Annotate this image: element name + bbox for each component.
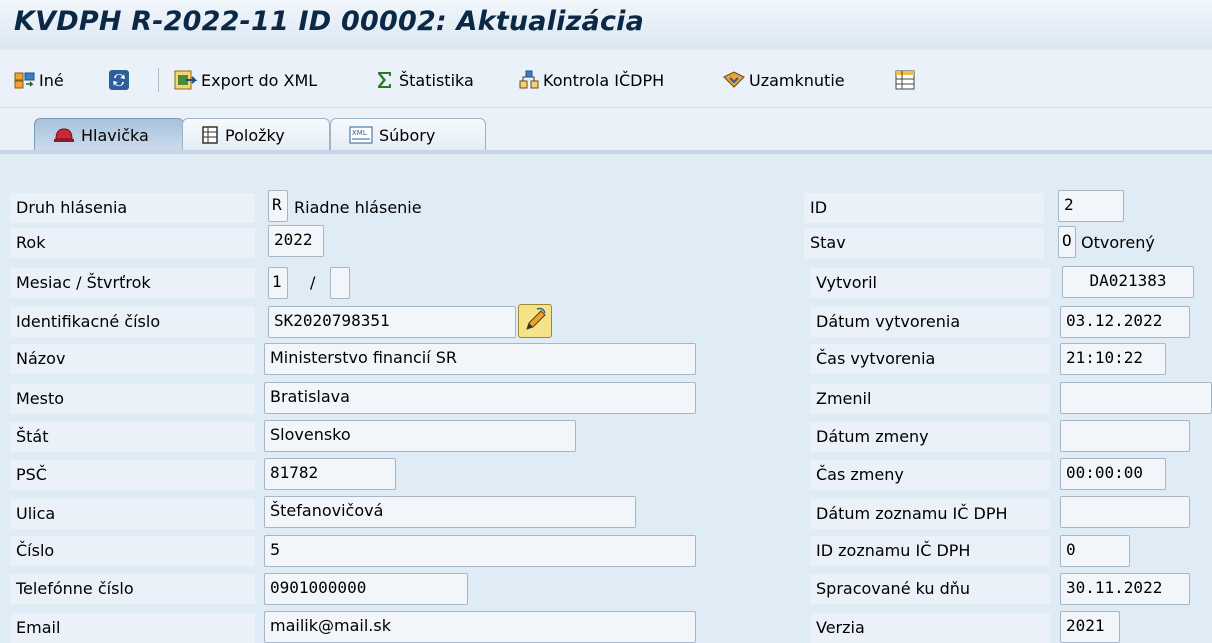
rok-label: Rok bbox=[10, 228, 255, 258]
tab-polozky-label: Položky bbox=[225, 125, 285, 145]
mesiac-stvrtrok-label: Mesiac / Štvrťrok bbox=[10, 268, 255, 298]
stat-field[interactable]: Slovensko bbox=[264, 420, 576, 452]
export-label: Export do XML bbox=[201, 70, 318, 90]
ine-button[interactable]: Iné bbox=[14, 68, 64, 92]
cislo-field[interactable]: 5 bbox=[264, 535, 696, 567]
mesto-field[interactable]: Bratislava bbox=[264, 382, 696, 414]
cislo-label: Číslo bbox=[10, 536, 255, 566]
id-label: ID bbox=[804, 193, 1044, 223]
lock-icon bbox=[722, 69, 746, 91]
cas-vytvorenia-label: Čas vytvorenia bbox=[810, 344, 1050, 374]
id-zoznamu-icdph-label: ID zoznamu IČ DPH bbox=[810, 536, 1050, 566]
stav-text: Otvorený bbox=[1081, 233, 1155, 252]
psc-label: PSČ bbox=[10, 460, 255, 490]
rok-field[interactable]: 2022 bbox=[268, 225, 324, 257]
verzia-field[interactable]: 2021 bbox=[1060, 611, 1120, 643]
tab-hlavicka-label: Hlavička bbox=[81, 125, 149, 145]
druh-hlasenia-code[interactable]: R bbox=[268, 190, 288, 222]
psc-field[interactable]: 81782 bbox=[264, 458, 396, 490]
nazov-label: Názov bbox=[10, 344, 255, 374]
telefonne-cislo-field[interactable]: 0901000000 bbox=[264, 573, 468, 605]
email-field[interactable]: mailik@mail.sk bbox=[264, 611, 696, 643]
title-bar: KVDPH R-2022-11 ID 00002: Aktualizácia bbox=[0, 0, 1212, 50]
refresh-icon bbox=[108, 69, 130, 91]
header-form: Druh hlásenia R Riadne hlásenie Rok 2022… bbox=[0, 154, 1212, 643]
statistika-button[interactable]: Štatistika bbox=[374, 68, 474, 92]
cas-zmeny-field[interactable]: 00:00:00 bbox=[1060, 458, 1166, 490]
druh-hlasenia-label: Druh hlásenia bbox=[10, 193, 255, 223]
datum-zoznamu-icdph-field[interactable] bbox=[1060, 496, 1190, 528]
nazov-field[interactable]: Ministerstvo financií SR bbox=[264, 343, 696, 375]
datum-vytvorenia-label: Dátum vytvorenia bbox=[810, 307, 1050, 337]
layout-button[interactable] bbox=[894, 68, 916, 92]
window-title: KVDPH R-2022-11 ID 00002: Aktualizácia bbox=[14, 6, 645, 37]
identifikacne-cislo-label: Identifikacné číslo bbox=[10, 307, 255, 337]
spracovane-ku-dnu-field[interactable]: 30.11.2022 bbox=[1060, 573, 1190, 605]
stav-label: Stav bbox=[804, 228, 1044, 258]
uzamknutie-button[interactable]: Uzamknutie bbox=[722, 68, 845, 92]
tab-strip: Hlavička Položky XML Súbory bbox=[0, 108, 1212, 154]
ulica-field[interactable]: Štefanovičová bbox=[264, 496, 636, 528]
other-actions-icon bbox=[14, 70, 36, 90]
export-icon bbox=[174, 69, 198, 91]
statistika-label: Štatistika bbox=[399, 70, 474, 90]
mesiac-field[interactable]: 1 bbox=[268, 267, 288, 299]
telefonne-cislo-label: Telefónne číslo bbox=[10, 574, 255, 604]
tab-subory-label: Súbory bbox=[379, 125, 436, 145]
svg-text:XML: XML bbox=[352, 129, 367, 137]
xml-file-icon: XML bbox=[349, 126, 373, 144]
toolbar-separator bbox=[158, 68, 159, 92]
mesto-label: Mesto bbox=[10, 384, 255, 414]
zmenil-label: Zmenil bbox=[810, 384, 1050, 414]
cas-zmeny-label: Čas zmeny bbox=[810, 460, 1050, 490]
ulica-label: Ulica bbox=[10, 499, 255, 529]
datum-zmeny-label: Dátum zmeny bbox=[810, 422, 1050, 452]
tab-polozky[interactable]: Položky bbox=[182, 118, 330, 151]
datum-zmeny-field[interactable] bbox=[1060, 420, 1190, 452]
stvrtrok-field[interactable] bbox=[330, 267, 350, 299]
table-icon bbox=[201, 126, 219, 144]
stav-code[interactable]: O bbox=[1058, 226, 1076, 258]
tab-hlavicka[interactable]: Hlavička bbox=[34, 118, 184, 151]
id-field[interactable]: 2 bbox=[1058, 190, 1124, 222]
check-network-icon bbox=[518, 69, 540, 91]
grid-icon bbox=[894, 69, 916, 91]
header-icon bbox=[53, 125, 75, 145]
id-zoznamu-icdph-field[interactable]: 0 bbox=[1060, 535, 1130, 567]
spracovane-ku-dnu-label: Spracované ku dňu bbox=[810, 574, 1050, 604]
stat-label: Štát bbox=[10, 422, 255, 452]
kontrola-label: Kontrola IČDPH bbox=[543, 70, 665, 90]
datum-vytvorenia-field[interactable]: 03.12.2022 bbox=[1060, 306, 1190, 338]
sigma-icon bbox=[374, 69, 396, 91]
export-xml-button[interactable]: Export do XML bbox=[174, 68, 317, 92]
mesiac-separator: / bbox=[310, 273, 316, 292]
ine-label: Iné bbox=[39, 70, 64, 90]
uzamknutie-label: Uzamknutie bbox=[749, 70, 845, 90]
druh-hlasenia-text: Riadne hlásenie bbox=[294, 198, 422, 217]
edit-pencil-button[interactable] bbox=[518, 304, 552, 338]
vytvoril-label: Vytvoril bbox=[810, 268, 1050, 298]
kontrola-icdph-button[interactable]: Kontrola IČDPH bbox=[518, 68, 664, 92]
tab-subory[interactable]: XML Súbory bbox=[330, 118, 486, 151]
datum-zoznamu-icdph-label: Dátum zoznamu IČ DPH bbox=[810, 499, 1050, 529]
pencil-icon bbox=[526, 307, 546, 330]
vytvoril-field[interactable]: DA021383 bbox=[1062, 266, 1194, 298]
cas-vytvorenia-field[interactable]: 21:10:22 bbox=[1060, 343, 1166, 375]
zmenil-field[interactable] bbox=[1060, 382, 1212, 414]
refresh-button[interactable] bbox=[108, 68, 130, 92]
identifikacne-cislo-field[interactable]: SK2020798351 bbox=[268, 306, 516, 338]
toolbar: Iné Export do XML Štatistika Kontrola IČ… bbox=[0, 50, 1212, 108]
